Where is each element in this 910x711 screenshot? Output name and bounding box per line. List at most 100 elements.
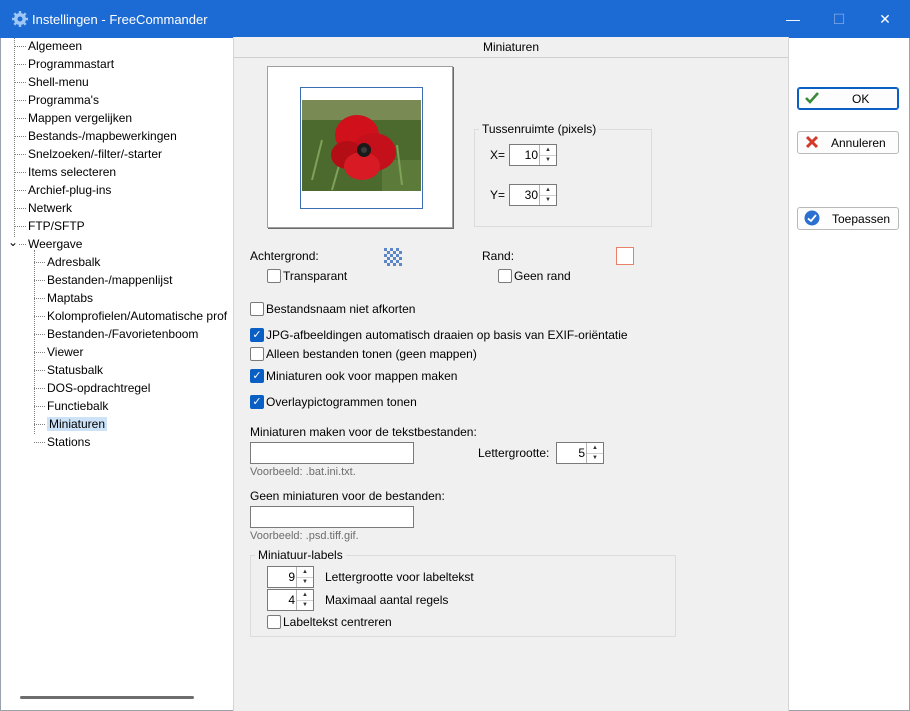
checkmark-icon xyxy=(805,92,819,104)
tree-connector xyxy=(34,298,45,299)
spacing-y-value: 30 xyxy=(524,188,538,202)
tree-child-item[interactable]: Miniaturen xyxy=(47,416,108,432)
exclude-input[interactable] xyxy=(250,506,414,528)
center-label-checkbox[interactable] xyxy=(267,615,281,629)
label-font-size-spinner[interactable]: 9 ▲ ▼ xyxy=(267,566,314,588)
gear-icon xyxy=(12,11,28,27)
tree-item[interactable]: Shell-menu xyxy=(28,74,89,90)
tree-child-item[interactable]: Statusbalk xyxy=(47,362,103,378)
tree-item-label: Netwerk xyxy=(28,201,73,215)
tree-item[interactable]: Items selecteren xyxy=(28,164,116,180)
tree-item-label: Algemeen xyxy=(28,39,83,53)
tree-connector xyxy=(34,250,35,434)
tree-item-label: Maptabs xyxy=(47,291,94,305)
apply-button[interactable]: Toepassen xyxy=(797,207,899,230)
close-button[interactable]: ✕ xyxy=(862,0,908,38)
exclude-hint: Voorbeeld: .psd.tiff.gif. xyxy=(250,530,359,542)
spin-down-button[interactable]: ▼ xyxy=(297,577,313,587)
spin-down-button[interactable]: ▼ xyxy=(297,600,313,610)
tree-item-label: Snelzoeken/-filter/-starter xyxy=(28,147,163,161)
text-files-hint: Voorbeeld: .bat.ini.txt. xyxy=(250,466,356,478)
option-checkbox[interactable]: ✓ xyxy=(250,395,264,409)
minimize-button[interactable]: — xyxy=(770,0,816,38)
option-checkbox[interactable]: ✓ xyxy=(250,328,264,342)
option-label: Bestandsnaam niet afkorten xyxy=(266,302,416,316)
tree-child-item[interactable]: DOS-opdrachtregel xyxy=(47,380,150,396)
panel-title: Miniaturen xyxy=(234,37,788,58)
option-checkbox[interactable] xyxy=(250,347,264,361)
tree-item[interactable]: FTP/SFTP xyxy=(28,218,85,234)
horizontal-scrollbar[interactable] xyxy=(20,696,194,699)
tree-connector xyxy=(34,442,45,443)
center-label-label: Labeltekst centreren xyxy=(283,615,392,629)
spin-down-button[interactable]: ▼ xyxy=(587,453,603,463)
cancel-button[interactable]: Annuleren xyxy=(797,131,899,154)
spin-down-button[interactable]: ▼ xyxy=(540,195,556,205)
tree-connector xyxy=(14,172,26,173)
tree-item-label: FTP/SFTP xyxy=(28,219,85,233)
tree-child-item[interactable]: Bestanden-/Favorietenboom xyxy=(47,326,198,342)
tree-item[interactable]: Algemeen xyxy=(28,38,82,54)
spacing-y-spinner[interactable]: 30 ▲ ▼ xyxy=(509,184,557,206)
font-size-value: 5 xyxy=(578,446,585,460)
tree-connector xyxy=(34,262,45,263)
apply-label: Toepassen xyxy=(832,212,891,226)
cross-icon xyxy=(805,135,819,149)
font-size-label: Lettergrootte: xyxy=(478,446,550,460)
tree-connector xyxy=(34,424,45,425)
transparent-checkbox[interactable] xyxy=(267,269,281,283)
tree-child-item[interactable]: Functiebalk xyxy=(47,398,108,414)
tree-item-label: Statusbalk xyxy=(47,363,104,377)
ok-button[interactable]: OK xyxy=(797,87,899,110)
tree-connector xyxy=(14,226,26,227)
tree-item[interactable]: Programmastart xyxy=(28,56,114,72)
tree-item-label: Kolomprofielen/Automatische prof xyxy=(47,309,228,323)
spacing-x-value: 10 xyxy=(524,148,538,162)
tree-item[interactable]: Snelzoeken/-filter/-starter xyxy=(28,146,162,162)
tree-item[interactable]: Mappen vergelijken xyxy=(28,110,132,126)
label-font-size-value: 9 xyxy=(288,570,295,584)
option-label: Miniaturen ook voor mappen maken xyxy=(266,369,458,383)
tree-item-label: Programmastart xyxy=(28,57,115,71)
tree-child-item[interactable]: Stations xyxy=(47,434,90,450)
option-checkbox[interactable]: ✓ xyxy=(250,369,264,383)
spin-down-button[interactable]: ▼ xyxy=(540,155,556,165)
option-checkbox[interactable] xyxy=(250,302,264,316)
option-label: JPG-afbeeldingen automatisch draaien op … xyxy=(266,328,628,342)
tree-item[interactable]: Programma's xyxy=(28,92,99,108)
settings-tree[interactable]: Algemeen Programmastart Shell-menu Programm… xyxy=(4,37,232,709)
tree-item-label: Functiebalk xyxy=(47,399,109,413)
tree-item-label: Stations xyxy=(47,435,91,449)
tree-item[interactable]: Bestands-/mapbewerkingen xyxy=(28,128,177,144)
tree-child-item[interactable]: Maptabs xyxy=(47,290,93,306)
background-label: Achtergrond: xyxy=(250,249,319,263)
transparent-label: Transparant xyxy=(283,269,348,283)
background-color-picker-icon[interactable] xyxy=(384,248,402,266)
tree-connector xyxy=(14,46,26,47)
text-files-input[interactable] xyxy=(250,442,414,464)
tree-child-item[interactable]: Bestanden-/mappenlijst xyxy=(47,272,172,288)
tree-child-item[interactable]: Viewer xyxy=(47,344,83,360)
max-lines-spinner[interactable]: 4 ▲ ▼ xyxy=(267,589,314,611)
spacing-legend: Tussenruimte (pixels) xyxy=(479,122,600,136)
tree-child-item[interactable]: Kolomprofielen/Automatische prof xyxy=(47,308,227,324)
tree-item-label: Archief-plug-ins xyxy=(28,183,112,197)
font-size-spinner[interactable]: 5 ▲ ▼ xyxy=(556,442,604,464)
no-border-checkbox[interactable] xyxy=(498,269,512,283)
tree-item-label: Adresbalk xyxy=(47,255,101,269)
tree-connector xyxy=(14,38,15,237)
border-color-swatch[interactable] xyxy=(616,247,634,265)
tree-connector xyxy=(14,136,26,137)
border-label: Rand: xyxy=(482,249,515,263)
tree-child-item[interactable]: Adresbalk xyxy=(47,254,100,270)
tree-item[interactable]: Weergave xyxy=(28,236,82,252)
tree-item-label: Shell-menu xyxy=(28,75,89,89)
max-lines-label: Maximaal aantal regels xyxy=(325,593,449,607)
tree-item[interactable]: Netwerk xyxy=(28,200,72,216)
tree-item[interactable]: Archief-plug-ins xyxy=(28,182,111,198)
max-lines-value: 4 xyxy=(288,593,295,607)
spacing-x-spinner[interactable]: 10 ▲ ▼ xyxy=(509,144,557,166)
tree-connector xyxy=(14,64,26,65)
divider xyxy=(788,37,789,711)
exclude-label: Geen miniaturen voor de bestanden: xyxy=(250,489,445,503)
